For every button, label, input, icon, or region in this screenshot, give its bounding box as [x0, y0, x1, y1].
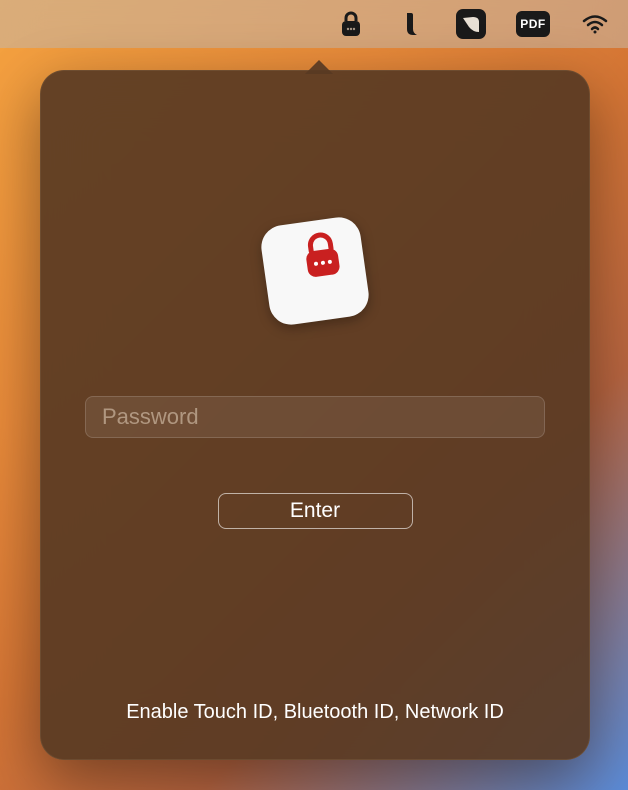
password-input[interactable] — [85, 396, 545, 438]
enter-button[interactable]: Enter — [218, 493, 413, 529]
pdf-label: PDF — [520, 17, 546, 31]
phone-menubar-icon[interactable] — [396, 9, 426, 39]
popup-container: Enter Enable Touch ID, Bluetooth ID, Net… — [40, 70, 590, 760]
pdf-menubar-icon[interactable]: PDF — [516, 11, 550, 37]
bird-menubar-icon[interactable] — [456, 9, 486, 39]
unlock-popup: Enter Enable Touch ID, Bluetooth ID, Net… — [40, 70, 590, 760]
app-icon — [259, 215, 372, 328]
red-lock-icon — [295, 229, 349, 283]
lock-menubar-icon[interactable] — [336, 9, 366, 39]
wifi-menubar-icon[interactable] — [580, 9, 610, 39]
popup-arrow — [305, 60, 333, 74]
menubar: PDF — [0, 0, 628, 48]
enable-auth-link[interactable]: Enable Touch ID, Bluetooth ID, Network I… — [126, 701, 504, 724]
